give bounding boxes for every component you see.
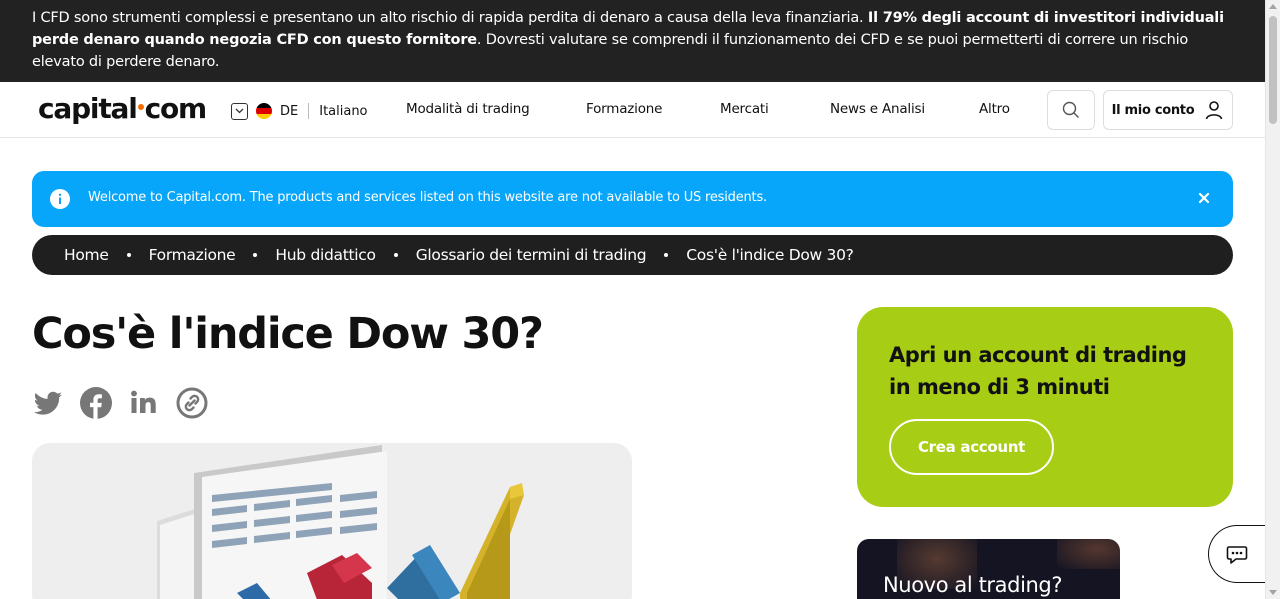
- breadcrumb-separator: [664, 253, 669, 257]
- info-icon: [50, 189, 70, 209]
- site-header: capital com DE Italiano Modalità di tradi…: [0, 82, 1265, 138]
- nav-news-analysis[interactable]: News e Analisi: [830, 101, 925, 117]
- us-residents-notice: Welcome to Capital.com. The products and…: [32, 171, 1233, 227]
- nav-markets[interactable]: Mercati: [720, 101, 769, 117]
- breadcrumb-learning-hub[interactable]: Hub didattico: [275, 246, 376, 264]
- promo-title: Nuovo al trading?: [883, 573, 1063, 597]
- twitter-icon[interactable]: [32, 387, 64, 419]
- breadcrumb-education[interactable]: Formazione: [149, 246, 236, 264]
- scroll-down-arrow-icon[interactable]: [1269, 590, 1277, 595]
- nav-education[interactable]: Formazione: [586, 101, 662, 117]
- user-icon: [1206, 101, 1223, 120]
- chat-icon: [1226, 546, 1248, 564]
- copy-link-icon[interactable]: [176, 387, 208, 419]
- logo-text-left: capital: [38, 92, 138, 125]
- documents-chart-illustration: [157, 445, 524, 599]
- language-divider: [308, 103, 310, 119]
- chat-button[interactable]: [1208, 525, 1265, 583]
- close-icon[interactable]: [1197, 191, 1211, 205]
- breadcrumb-glossary[interactable]: Glossario dei termini di trading: [416, 246, 647, 264]
- search-button[interactable]: [1047, 90, 1095, 130]
- article-hero-image: [32, 443, 632, 599]
- notice-text: Welcome to Capital.com. The products and…: [88, 190, 767, 205]
- linkedin-icon[interactable]: [128, 387, 160, 419]
- breadcrumb-separator: [126, 253, 131, 257]
- country-code: DE: [280, 103, 299, 119]
- breadcrumb-home[interactable]: Home: [64, 246, 109, 264]
- logo-text-right: com: [144, 92, 208, 125]
- nav-more[interactable]: Altro: [979, 101, 1010, 117]
- scrollbar-thumb[interactable]: [1269, 16, 1277, 124]
- promo-glow: [1057, 539, 1120, 569]
- open-account-card: Apri un account di trading in meno di 3 …: [857, 307, 1233, 507]
- page-scrollbar[interactable]: [1265, 0, 1280, 599]
- new-to-trading-card[interactable]: Nuovo al trading?: [857, 539, 1120, 599]
- risk-warning-banner: I CFD sono strumenti complessi e present…: [0, 0, 1265, 82]
- scroll-up-arrow-icon[interactable]: [1269, 4, 1277, 9]
- logo-dot: [137, 104, 144, 110]
- capital-com-logo[interactable]: capital com: [38, 92, 208, 125]
- open-account-heading: Apri un account di trading in meno di 3 …: [889, 343, 1187, 399]
- breadcrumb-separator: [393, 253, 398, 257]
- breadcrumb-separator: [253, 253, 258, 257]
- breadcrumb: Home Formazione Hub didattico Glossario …: [32, 235, 1233, 275]
- chevron-down-icon: [231, 102, 248, 120]
- facebook-icon[interactable]: [80, 387, 112, 419]
- breadcrumb-current: Cos'è l'indice Dow 30?: [686, 246, 854, 264]
- risk-warning-text: I CFD sono strumenti complessi e present…: [32, 10, 868, 26]
- language-label: Italiano: [319, 103, 368, 119]
- page-title: Cos'è l'indice Dow 30?: [32, 309, 544, 359]
- my-account-label: Il mio conto: [1111, 102, 1195, 118]
- language-selector[interactable]: DE Italiano: [231, 101, 368, 121]
- nav-trading-modes[interactable]: Modalità di trading: [406, 101, 530, 117]
- create-account-button[interactable]: Crea account: [889, 419, 1054, 475]
- search-icon: [1062, 101, 1079, 118]
- germany-flag-icon: [256, 103, 272, 119]
- my-account-button[interactable]: Il mio conto: [1103, 90, 1233, 130]
